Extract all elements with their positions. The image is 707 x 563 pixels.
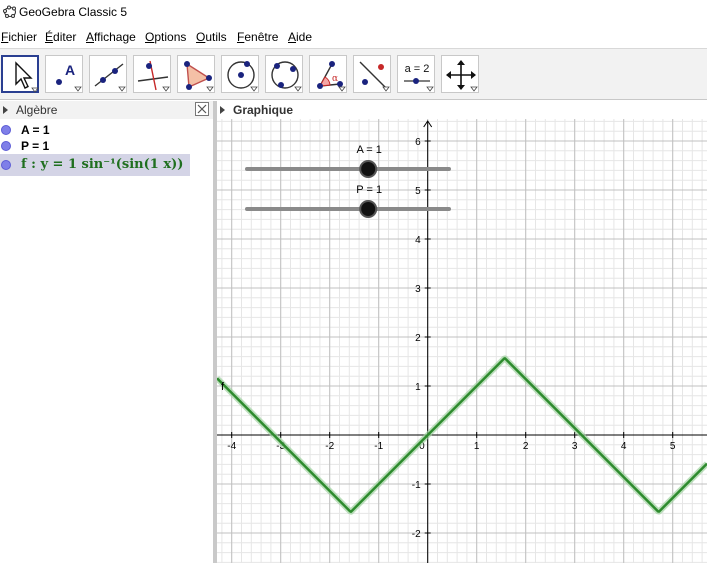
perpendicular-line-tool-button[interactable]: [133, 55, 171, 93]
point-tool-button[interactable]: A: [45, 55, 83, 93]
graphics-title: Graphique: [233, 103, 294, 117]
x-tick-label: 3: [572, 441, 578, 452]
close-icon[interactable]: [195, 102, 209, 116]
angle-tool-button[interactable]: α: [309, 55, 347, 93]
graphics-canvas[interactable]: -4 -3 -2 -1 0 1 2 3 4 5-2-1123456fA = 1P = 1: [217, 119, 707, 563]
slider-tool-button[interactable]: a = 2: [397, 55, 435, 93]
y-tick-label: 3: [415, 284, 421, 295]
x-tick-label: 5: [670, 441, 676, 452]
algebra-item-text: P = 1: [21, 139, 50, 153]
y-tick-label: 6: [415, 137, 421, 148]
perpendicular-line-tool-icon: [137, 60, 170, 92]
y-tick-label: -1: [412, 480, 421, 491]
slider-tool-icon: a = 2: [404, 63, 434, 92]
collapse-triangle-icon[interactable]: [3, 106, 8, 114]
x-tick-label: -2: [325, 441, 334, 452]
slider-label: P = 1: [356, 184, 382, 196]
menu-bar: Fichier Éditer Affichage Options Outils Fenêt…: [0, 26, 707, 48]
polygon-tool-icon: [184, 61, 214, 92]
polygon-tool-button[interactable]: [177, 55, 215, 93]
point-tool-icon: A: [56, 62, 82, 92]
algebra-view: Algèbre A = 1 P = 1 f : y = 1 sin⁻¹(sin(…: [0, 101, 213, 563]
reflect-tool-button[interactable]: [353, 55, 391, 93]
algebra-title: Algèbre: [16, 103, 58, 117]
menu-aide[interactable]: Aide: [288, 30, 312, 44]
title-bar: GeoGebra Classic 5: [0, 0, 707, 26]
circle-three-points-tool-button[interactable]: [265, 55, 303, 93]
menu-fichier[interactable]: Fichier: [1, 30, 37, 44]
x-tick-label: -1: [374, 441, 383, 452]
algebra-header[interactable]: Algèbre: [0, 101, 213, 119]
geogebra-logo-icon: [3, 5, 16, 18]
algebra-item-A[interactable]: A = 1: [0, 122, 190, 138]
y-tick-label: 2: [415, 333, 421, 344]
y-tick-label: 4: [415, 235, 421, 246]
menu-éditer[interactable]: Éditer: [45, 30, 76, 44]
x-tick-label: 2: [523, 441, 529, 452]
algebra-item-f[interactable]: f : y = 1 sin⁻¹(sin(1 x)): [0, 154, 190, 176]
slider-knob[interactable]: [359, 200, 378, 218]
graphics-header[interactable]: Graphique: [217, 101, 707, 119]
y-tick-label: 1: [415, 382, 421, 393]
svg-text:A: A: [65, 62, 75, 78]
circle-center-point-tool-button[interactable]: [221, 55, 259, 93]
menu-fenêtre[interactable]: Fenêtre: [237, 30, 278, 44]
algebra-item-P[interactable]: P = 1: [0, 138, 190, 154]
algebra-item-text: f : y = 1 sin⁻¹(sin(1 x)): [21, 157, 184, 172]
line-tool-button[interactable]: [89, 55, 127, 93]
move-graphics-view-tool-icon: [446, 60, 478, 92]
move-tool-icon: [15, 61, 39, 93]
menu-outils[interactable]: Outils: [196, 30, 227, 44]
move-tool-button[interactable]: [1, 55, 39, 93]
x-tick-label: 4: [621, 441, 627, 452]
x-tick-label: 1: [474, 441, 480, 452]
x-tick-label: -4: [227, 441, 236, 452]
circle-center-point-tool-icon: [227, 61, 258, 92]
tool-label: α: [332, 74, 338, 84]
collapse-triangle-icon[interactable]: [220, 106, 225, 114]
visibility-toggle-icon[interactable]: [1, 125, 11, 135]
line-tool-icon: [94, 63, 126, 92]
menu-affichage[interactable]: Affichage: [86, 30, 136, 44]
circle-three-points-tool-icon: [271, 61, 302, 92]
y-tick-label: 5: [415, 186, 421, 197]
angle-tool-icon: α: [317, 61, 346, 92]
graphics-view[interactable]: Graphique -4 -3 -2 -1 0 1 2 3 4 5 -2 -1 1 2 3 4 5 6 f A = 1…: [217, 101, 707, 563]
y-tick-label: -2: [412, 529, 421, 540]
tool-label: a = 2: [405, 63, 430, 75]
reflect-tool-icon: [359, 61, 390, 92]
visibility-toggle-icon[interactable]: [1, 141, 11, 151]
visibility-toggle-icon[interactable]: [1, 160, 11, 170]
slider-label: A = 1: [357, 144, 382, 156]
move-graphics-view-tool-button[interactable]: [441, 55, 479, 93]
slider-knob[interactable]: [359, 160, 378, 178]
algebra-item-text: A = 1: [21, 123, 50, 137]
window-title: GeoGebra Classic 5: [19, 5, 128, 19]
menu-options[interactable]: Options: [145, 30, 186, 44]
toolbar: Aα a = 2: [0, 48, 707, 100]
